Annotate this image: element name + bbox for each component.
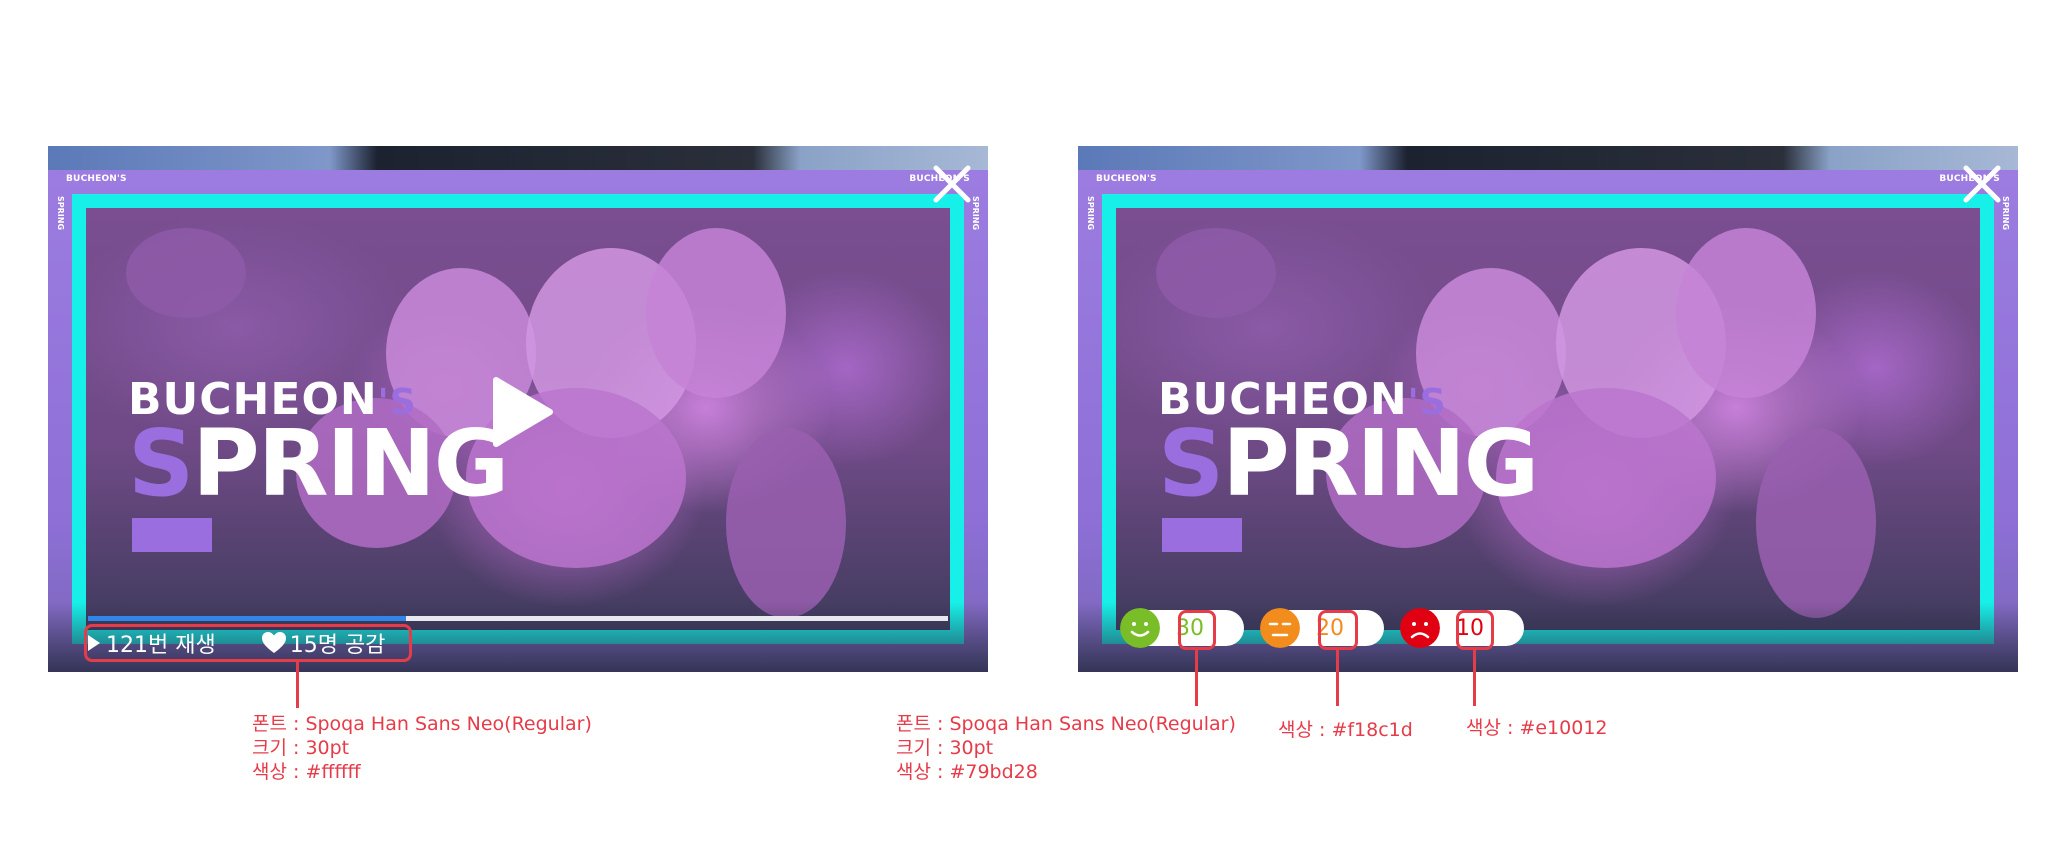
annotation-line-green (1195, 650, 1198, 706)
annotation-left-color: 색상 : #ffffff (252, 761, 361, 783)
brand-side-right: SPRING (2001, 196, 2010, 231)
logo-bar (132, 518, 212, 552)
logo-line2: PRING (1222, 410, 1539, 517)
video-player-left[interactable]: BUCHEON'S BUCHEON'S SPRING SPRING BUCHEO… (48, 146, 988, 672)
background-sky (1078, 146, 2018, 170)
brand-top-left: BUCHEON'S (66, 174, 127, 184)
sad-face-icon[interactable] (1400, 608, 1440, 648)
play-icon[interactable] (486, 374, 556, 450)
progress-fill (88, 616, 407, 621)
close-icon[interactable] (932, 164, 972, 204)
annotation-left-size: 크기 : 30pt (252, 737, 350, 759)
annotation-right-green: 폰트 : Spoqa Han Sans Neo(Regular) 크기 : 30… (896, 712, 1236, 784)
brand-side-left: SPRING (1086, 196, 1095, 231)
brand-side-right: SPRING (971, 196, 980, 231)
red-count-highlight (1456, 610, 1494, 650)
logo-bar (1162, 518, 1242, 552)
smile-face-icon[interactable] (1120, 608, 1160, 648)
bucheon-spring-logo: BUCHEON'S SPRING (128, 378, 509, 510)
annotation-green-font: 폰트 : Spoqa Han Sans Neo(Regular) (896, 713, 1236, 735)
logo-line2-s: S (128, 410, 194, 517)
annotation-right-red: 색상 : #e10012 (1466, 716, 1608, 740)
neutral-face-icon[interactable] (1260, 608, 1300, 648)
close-icon[interactable] (1962, 164, 2002, 204)
video-player-right[interactable]: BUCHEON'S BUCHEON'S SPRING SPRING BUCHEO… (1078, 146, 2018, 672)
annotation-line-left (296, 662, 299, 708)
orange-count-highlight (1318, 610, 1358, 650)
annotation-red-color: 색상 : #e10012 (1466, 717, 1608, 739)
bucheon-spring-logo: BUCHEON'S SPRING (1158, 378, 1539, 510)
annotation-left-font: 폰트 : Spoqa Han Sans Neo(Regular) (252, 713, 592, 735)
logo-line2-s: S (1158, 410, 1224, 517)
annotation-orange-color: 색상 : #f18c1d (1278, 719, 1413, 741)
green-count-highlight (1178, 610, 1216, 650)
background-sky (48, 146, 988, 170)
brand-top-left: BUCHEON'S (1096, 174, 1157, 184)
brand-side-left: SPRING (56, 196, 65, 231)
annotation-left: 폰트 : Spoqa Han Sans Neo(Regular) 크기 : 30… (252, 712, 592, 784)
annotation-line-orange (1336, 650, 1339, 706)
annotation-green-size: 크기 : 30pt (896, 737, 994, 759)
progress-bar[interactable] (88, 616, 948, 621)
annotation-line-red (1473, 650, 1476, 706)
annotation-green-color: 색상 : #79bd28 (896, 761, 1038, 783)
logo-line2: PRING (192, 410, 509, 517)
stats-highlight-box (84, 624, 412, 662)
annotation-right-orange: 색상 : #f18c1d (1278, 718, 1413, 742)
